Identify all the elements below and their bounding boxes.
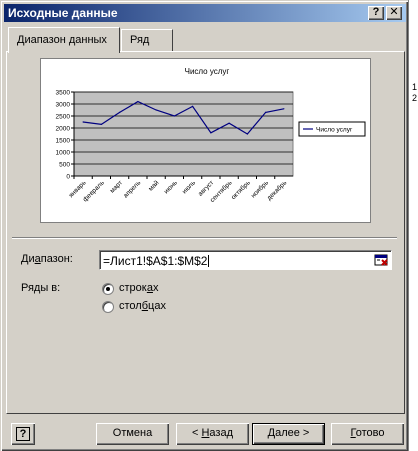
background-cell: 2	[412, 93, 418, 103]
data-point	[100, 123, 102, 125]
finish-button[interactable]: Готово	[331, 423, 404, 445]
y-tick-label: 0	[66, 174, 70, 181]
y-tick-label: 3500	[56, 90, 71, 97]
background-cell: 1	[412, 82, 418, 92]
data-point	[137, 101, 139, 103]
x-tick-label: май	[147, 178, 161, 192]
tab-series-label: Ряд	[130, 34, 150, 46]
next-button[interactable]: Далее >	[252, 423, 325, 445]
data-point	[210, 132, 212, 134]
data-point	[265, 111, 267, 113]
data-point	[155, 109, 157, 111]
data-point	[192, 105, 194, 107]
radio-columns[interactable]	[102, 301, 114, 313]
back-button[interactable]: < Назад	[176, 423, 249, 445]
data-point	[228, 122, 230, 124]
close-icon: ✕	[389, 6, 399, 18]
legend-label: Число услуг	[316, 127, 353, 134]
divider	[12, 237, 397, 239]
dialog-title: Исходные данные	[8, 6, 118, 20]
question-icon: ?	[372, 6, 380, 18]
data-point	[119, 111, 121, 113]
radio-rows[interactable]	[102, 283, 114, 295]
range-label: Диапазон:	[21, 253, 73, 265]
x-tick-label: октябрь	[229, 178, 252, 201]
data-point	[82, 121, 84, 123]
x-tick-label: март	[109, 179, 124, 194]
dialog-window: Исходные данные ? ✕ Диапазон данных Ряд …	[0, 0, 408, 451]
close-button[interactable]: ✕	[386, 6, 402, 20]
chart-preview: Число услуг 0 500 1000 1500 2000 2500 3000 3500 я…	[40, 58, 371, 223]
background-sheet: 1 2	[408, 0, 418, 451]
y-tick-label: 2000	[56, 126, 71, 133]
radio-rows-label[interactable]: строках	[119, 282, 158, 294]
y-tick-label: 500	[59, 162, 70, 169]
y-tick-label: 1500	[56, 138, 71, 145]
data-point	[173, 115, 175, 117]
help-button[interactable]: ?	[11, 423, 35, 445]
radio-selected-dot	[106, 287, 110, 291]
y-tick-label: 3000	[56, 102, 71, 109]
chart-svg: Число услуг0500100015002000250030003500я…	[56, 67, 366, 204]
series-in-label: Ряды в:	[21, 282, 61, 294]
help-title-button[interactable]: ?	[368, 6, 384, 20]
tab-data-range[interactable]: Диапазон данных	[8, 27, 120, 53]
question-icon: ?	[16, 427, 30, 441]
tab-data-range-label: Диапазон данных	[17, 34, 107, 46]
cancel-button[interactable]: Отмена	[96, 423, 169, 445]
radio-columns-label[interactable]: столбцах	[119, 300, 166, 312]
plot-area	[73, 91, 294, 177]
x-tick-label: июль	[181, 179, 197, 195]
data-point	[246, 133, 248, 135]
range-collapse-icon[interactable]	[374, 253, 389, 267]
y-tick-label: 1000	[56, 150, 71, 157]
x-tick-label: июнь	[163, 179, 179, 195]
chart-title: Число услуг	[185, 67, 230, 76]
title-bar[interactable]: Исходные данные ? ✕	[4, 4, 406, 22]
range-input[interactable]: =Лист1!$A$1:$M$2	[99, 250, 392, 270]
tab-series[interactable]: Ряд	[121, 29, 173, 51]
x-tick-label: декабрь	[265, 178, 289, 202]
range-input-value: =Лист1!$A$1:$M$2	[103, 254, 210, 268]
data-point	[283, 108, 285, 110]
x-tick-label: апрель	[122, 179, 142, 199]
y-tick-label: 2500	[56, 114, 71, 121]
